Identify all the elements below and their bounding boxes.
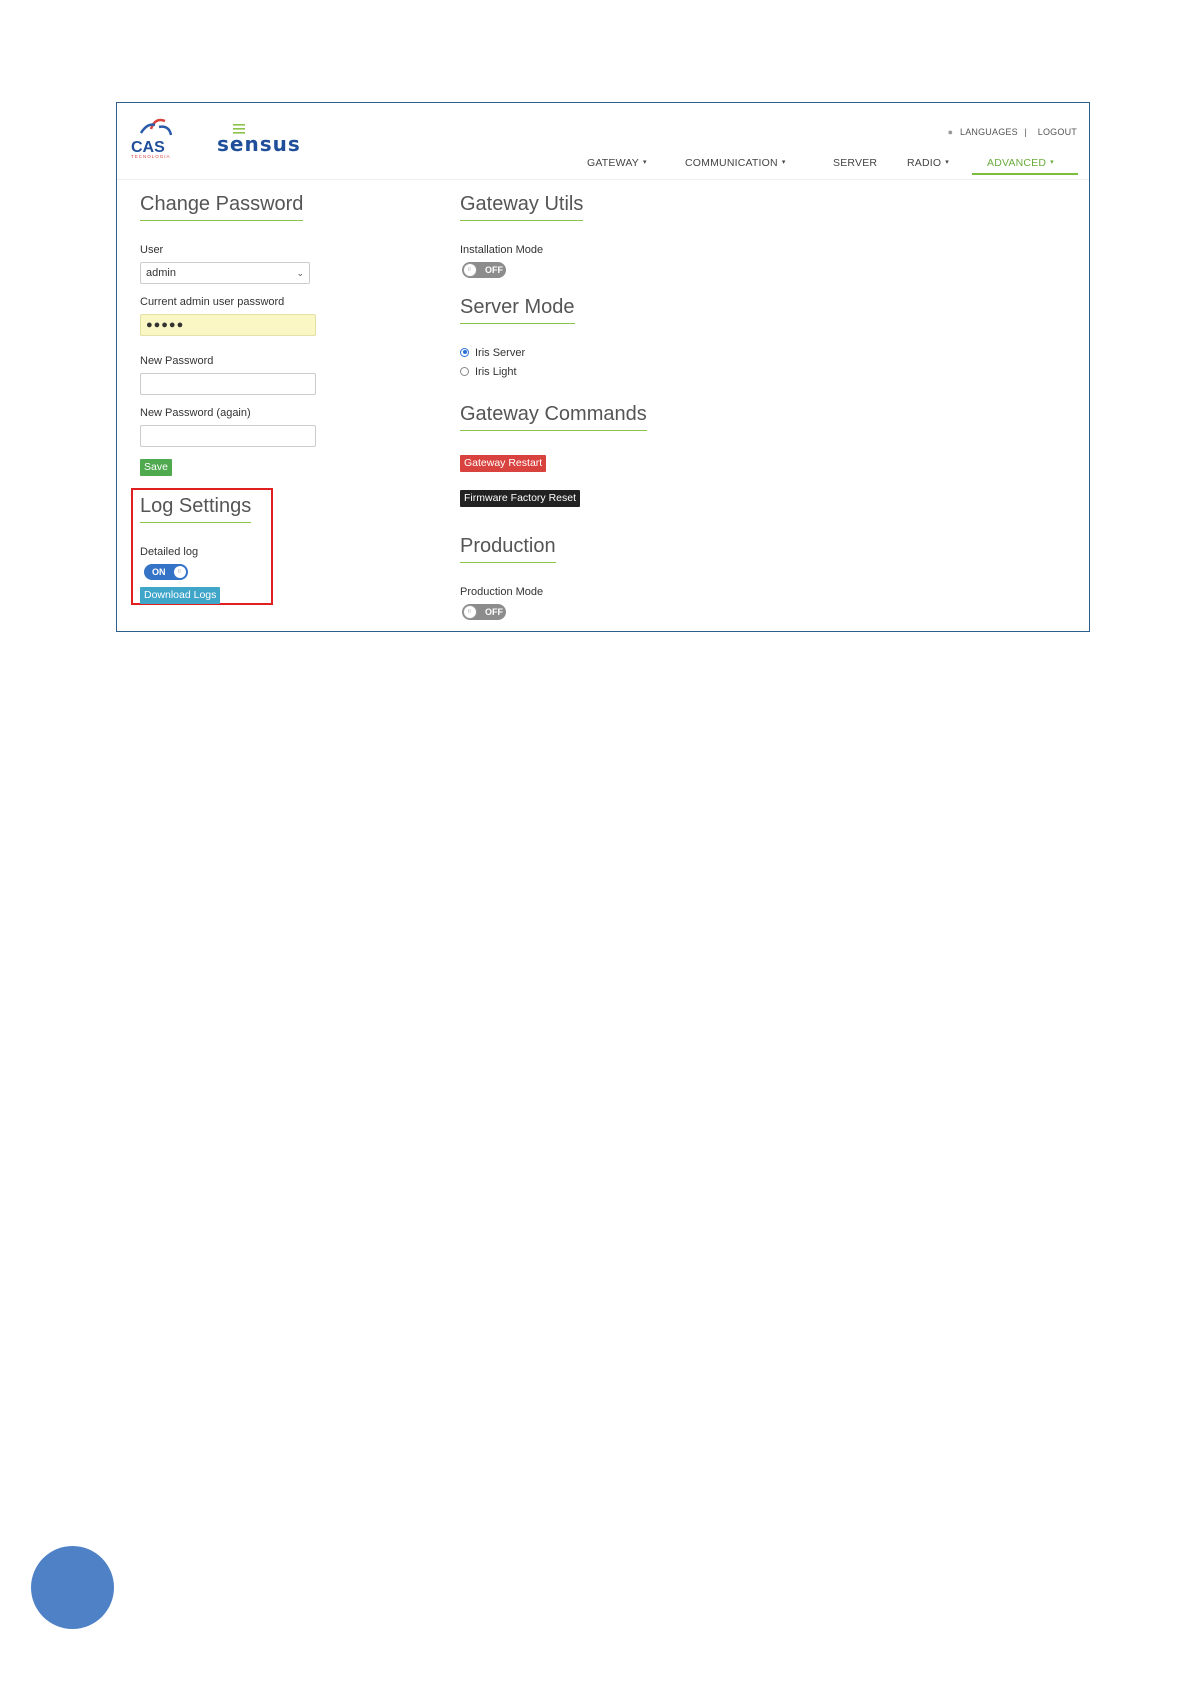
save-button[interactable]: Save (140, 459, 172, 476)
production-mode-toggle[interactable]: OFF (462, 604, 506, 620)
gateway-commands-title: Gateway Commands (460, 403, 647, 431)
languages-link[interactable]: LANGUAGES (960, 127, 1018, 137)
gateway-utils-title: Gateway Utils (460, 193, 584, 221)
download-logs-button[interactable]: Download Logs (140, 587, 221, 604)
nav-advanced[interactable]: ADVANCED ▾ (972, 151, 1078, 175)
new-password-field[interactable] (140, 373, 316, 395)
nav-advanced-label: ADVANCED (987, 157, 1047, 169)
main-nav: GATEWAY ▾ COMMUNICATION ▾ SERVER RADIO ▾ AD… (117, 151, 1089, 175)
detailed-log-toggle-state: ON (152, 567, 166, 577)
header-divider (117, 179, 1089, 180)
installation-mode-toggle-state: OFF (485, 265, 503, 275)
new-password-again-label: New Password (again) (140, 407, 251, 419)
current-password-label: Current admin user password (140, 296, 285, 308)
toggle-knob (463, 605, 477, 619)
top-links-separator: | (1024, 127, 1028, 137)
radio-iris-server[interactable]: Iris Server (460, 347, 525, 359)
radio-iris-server-label: Iris Server (475, 347, 526, 359)
caret-down-icon: ▾ (781, 159, 786, 167)
logout-link[interactable]: LOGOUT (1038, 127, 1077, 137)
radio-button-checked[interactable] (460, 347, 469, 357)
page-number-circle (31, 1546, 114, 1629)
server-mode-title: Server Mode (460, 296, 575, 324)
change-password-title: Change Password (140, 193, 304, 221)
nav-gateway[interactable]: GATEWAY ▾ (587, 151, 647, 175)
production-mode-toggle-state: OFF (485, 607, 503, 617)
nav-server-label: SERVER (833, 157, 878, 169)
detailed-log-toggle[interactable]: ON (144, 564, 188, 580)
toggle-knob (463, 263, 477, 277)
production-title: Production (460, 535, 556, 563)
radio-iris-light-label: Iris Light (475, 366, 517, 378)
detailed-log-label: Detailed log (140, 546, 199, 558)
installation-mode-toggle[interactable]: OFF (462, 262, 506, 278)
top-links: ● LANGUAGES | LOGOUT (944, 127, 1077, 137)
globe-icon: ● (947, 127, 954, 137)
new-password-again-field[interactable] (140, 425, 316, 447)
nav-communication-label: COMMUNICATION (685, 157, 778, 169)
nav-radio[interactable]: RADIO ▾ (907, 151, 949, 175)
log-settings-title: Log Settings (140, 495, 252, 523)
nav-communication[interactable]: COMMUNICATION ▾ (685, 151, 786, 175)
user-select[interactable]: admin ⌄ (140, 262, 310, 284)
chevron-down-icon: ⌄ (296, 268, 304, 278)
user-select-value: admin (146, 267, 176, 279)
radio-iris-light[interactable]: Iris Light (460, 366, 517, 378)
nav-gateway-label: GATEWAY (587, 157, 639, 169)
current-password-field[interactable]: ●●●●● (140, 314, 316, 336)
toggle-knob (173, 565, 187, 579)
new-password-label: New Password (140, 355, 214, 367)
production-mode-label: Production Mode (460, 586, 544, 598)
gateway-restart-button[interactable]: Gateway Restart (460, 455, 547, 472)
installation-mode-label: Installation Mode (460, 244, 544, 256)
sensus-logo: sensus (217, 124, 300, 155)
caret-down-icon: ▾ (1050, 159, 1054, 167)
nav-radio-label: RADIO (907, 157, 942, 169)
user-label: User (140, 244, 164, 256)
firmware-factory-reset-button[interactable]: Firmware Factory Reset (460, 490, 581, 507)
radio-button[interactable] (460, 366, 469, 376)
caret-down-icon: ▾ (642, 159, 647, 167)
screenshot-frame: CAS TECNOLOGIA sensus ● LANGUAGES | LOGO… (116, 102, 1090, 632)
nav-server[interactable]: SERVER (833, 151, 877, 175)
caret-down-icon: ▾ (945, 159, 949, 167)
